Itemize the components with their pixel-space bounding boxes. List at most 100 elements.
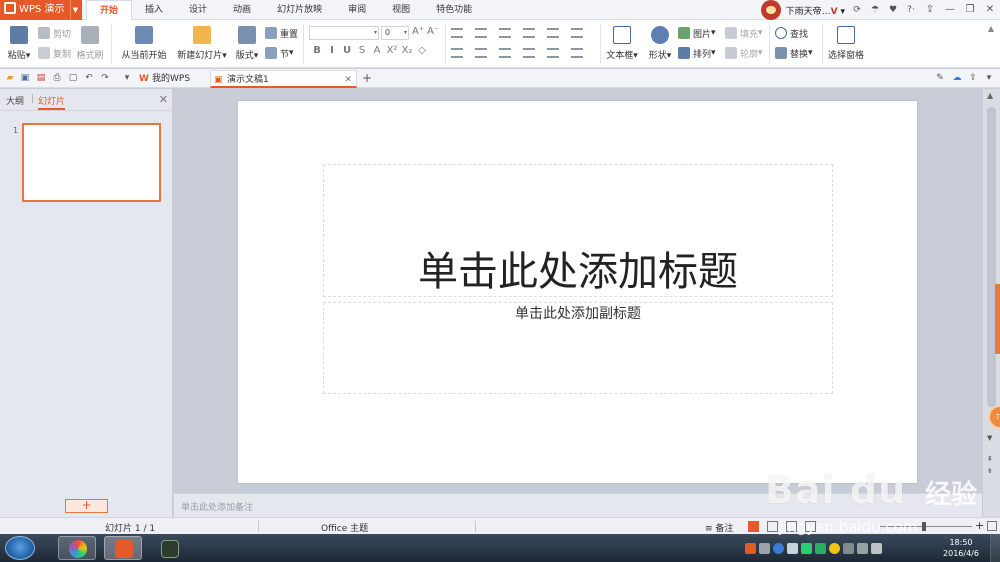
text-box-button[interactable]: 文本框▾ bbox=[606, 26, 638, 61]
arrange-button[interactable]: 排列 ▾ bbox=[678, 45, 716, 61]
cut-button[interactable]: 剪切 bbox=[38, 25, 71, 41]
bullets-icon[interactable] bbox=[451, 28, 463, 38]
new-slide-button[interactable]: 新建幻灯片▾ bbox=[175, 26, 229, 61]
selection-pane-button[interactable]: 选择窗格 bbox=[827, 26, 865, 61]
tray-update-icon[interactable] bbox=[815, 542, 826, 554]
next-slide-icon[interactable]: ⇟ bbox=[987, 467, 993, 475]
side-panel-handle[interactable] bbox=[995, 284, 1000, 354]
share-icon[interactable]: ⇪ bbox=[967, 72, 979, 84]
justify-icon[interactable] bbox=[499, 48, 511, 58]
taskbar-app-wps[interactable] bbox=[104, 536, 142, 560]
shirt-icon[interactable]: ♥ bbox=[885, 2, 901, 18]
notes-toggle-button[interactable]: ≡ 备注 bbox=[705, 521, 733, 534]
tab-outline[interactable]: 大纲 bbox=[6, 94, 24, 107]
open-icon[interactable]: ▰ bbox=[4, 72, 16, 84]
normal-view-icon[interactable] bbox=[748, 521, 759, 532]
layout-button[interactable]: 版式▾ bbox=[233, 26, 261, 61]
slide-thumbnail[interactable] bbox=[22, 123, 161, 202]
increase-indent-icon[interactable] bbox=[523, 28, 535, 38]
tab-4[interactable]: 幻灯片放映 bbox=[264, 0, 335, 20]
align-left-icon[interactable] bbox=[571, 28, 583, 38]
close-icon[interactable]: ✕ bbox=[159, 93, 168, 106]
title-placeholder[interactable]: 单击此处添加标题 bbox=[323, 164, 833, 297]
sync-icon[interactable]: ⟳ bbox=[849, 2, 865, 18]
tray-help-icon[interactable] bbox=[773, 542, 784, 554]
underline-button[interactable]: U bbox=[340, 45, 354, 56]
close-button[interactable]: ✕ bbox=[980, 1, 1000, 19]
tray-wps-icon[interactable] bbox=[745, 542, 756, 554]
replace-button[interactable]: 替换 ▾ bbox=[775, 45, 813, 61]
preview-icon[interactable]: ▢ bbox=[67, 72, 79, 84]
superscript-button[interactable]: X² bbox=[385, 45, 399, 56]
strikethrough-button[interactable]: S bbox=[355, 45, 369, 56]
subtitle-placeholder[interactable]: 单击此处添加副标题 bbox=[323, 302, 833, 394]
italic-button[interactable]: I bbox=[325, 45, 339, 56]
zoom-in-icon[interactable]: + bbox=[975, 519, 984, 532]
system-clock[interactable]: 18:50 2016/4/6 bbox=[938, 537, 984, 559]
tray-flag-icon[interactable] bbox=[843, 542, 854, 554]
decrease-indent-icon[interactable] bbox=[499, 28, 511, 38]
vertical-scrollbar[interactable]: ▲ ▼ ⇞ ⇟ bbox=[982, 89, 1000, 517]
tray-network-icon[interactable] bbox=[857, 542, 868, 554]
customize-dropdown-icon[interactable]: ▾ bbox=[121, 72, 133, 84]
undo-icon[interactable]: ↶ bbox=[83, 72, 95, 84]
minimize-button[interactable]: — bbox=[940, 1, 960, 19]
tab-document[interactable]: ▣ 演示文稿1 ✕ bbox=[210, 70, 357, 88]
avatar[interactable] bbox=[760, 0, 781, 20]
format-painter-button[interactable]: 格式刷 bbox=[76, 26, 104, 61]
bold-button[interactable]: B bbox=[310, 45, 324, 56]
outline-button[interactable]: 轮廓 ▾ bbox=[725, 45, 763, 61]
skin-icon[interactable]: ☂ bbox=[867, 2, 883, 18]
align-center-icon[interactable] bbox=[451, 48, 463, 58]
redo-icon[interactable]: ↷ bbox=[99, 72, 111, 84]
find-button[interactable]: 查找 bbox=[775, 25, 808, 41]
tray-keyboard-icon[interactable] bbox=[759, 542, 770, 554]
font-color-button[interactable]: A bbox=[370, 45, 384, 56]
tray-volume-icon[interactable] bbox=[871, 542, 882, 554]
fit-window-icon[interactable] bbox=[987, 521, 997, 531]
from-current-button[interactable]: 从当前开始 bbox=[117, 26, 171, 61]
scroll-thumb[interactable] bbox=[987, 107, 996, 407]
tab-my-wps[interactable]: W 我的WPS bbox=[136, 70, 208, 88]
tab-7[interactable]: 特色功能 bbox=[423, 0, 485, 20]
tab-6[interactable]: 视图 bbox=[379, 0, 423, 20]
fill-button[interactable]: 填充 ▾ bbox=[725, 25, 763, 41]
zoom-slider[interactable] bbox=[880, 526, 972, 527]
font-name-select[interactable]: ▾ bbox=[309, 26, 379, 40]
tab-2[interactable]: 设计 bbox=[176, 0, 220, 20]
section-button[interactable]: 节 ▾ bbox=[265, 45, 294, 61]
close-tab-icon[interactable]: ✕ bbox=[344, 71, 352, 89]
help-icon[interactable]: ?· bbox=[903, 2, 919, 18]
numbering-icon[interactable] bbox=[475, 28, 487, 38]
show-desktop-button[interactable] bbox=[990, 534, 1000, 562]
scroll-up-icon[interactable]: ▲ bbox=[987, 91, 993, 100]
text-direction-icon[interactable] bbox=[571, 48, 583, 58]
zoom-slider-thumb[interactable] bbox=[922, 522, 926, 531]
columns-icon[interactable] bbox=[547, 28, 559, 38]
cloud-icon[interactable]: ☁ bbox=[951, 72, 963, 84]
tray-display-icon[interactable] bbox=[787, 542, 798, 554]
tab-1[interactable]: 插入 bbox=[132, 0, 176, 20]
print-icon[interactable]: ⎙ bbox=[51, 72, 63, 84]
reset-button[interactable]: 重置 bbox=[265, 25, 298, 41]
taskbar-app-terminal[interactable] bbox=[150, 536, 188, 560]
tab-0[interactable]: 开始 bbox=[86, 0, 133, 20]
tray-qq-icon[interactable] bbox=[829, 542, 840, 554]
align-right-icon[interactable] bbox=[475, 48, 487, 58]
tray-security-icon[interactable] bbox=[801, 542, 812, 554]
tool-icon[interactable]: ✎ bbox=[934, 72, 946, 84]
clear-format-button[interactable]: ◇ bbox=[415, 45, 429, 56]
reading-view-icon[interactable] bbox=[786, 521, 797, 532]
save-icon[interactable]: ▣ bbox=[19, 72, 31, 84]
taskbar-app-browser[interactable] bbox=[58, 536, 96, 560]
tab-slides[interactable]: 幻灯片 bbox=[38, 94, 66, 110]
line-spacing-icon[interactable] bbox=[547, 48, 559, 58]
pdf-icon[interactable]: ▤ bbox=[35, 72, 47, 84]
new-tab-icon[interactable]: + bbox=[361, 72, 373, 84]
shrink-font-icon[interactable]: A⁻ bbox=[426, 26, 440, 37]
upload-icon[interactable]: ⇪ bbox=[920, 1, 940, 19]
prev-slide-icon[interactable]: ⇞ bbox=[987, 455, 993, 463]
subscript-button[interactable]: X₂ bbox=[400, 45, 414, 56]
chevron-down-icon[interactable]: ▼ bbox=[70, 0, 80, 20]
start-button[interactable] bbox=[5, 536, 35, 560]
